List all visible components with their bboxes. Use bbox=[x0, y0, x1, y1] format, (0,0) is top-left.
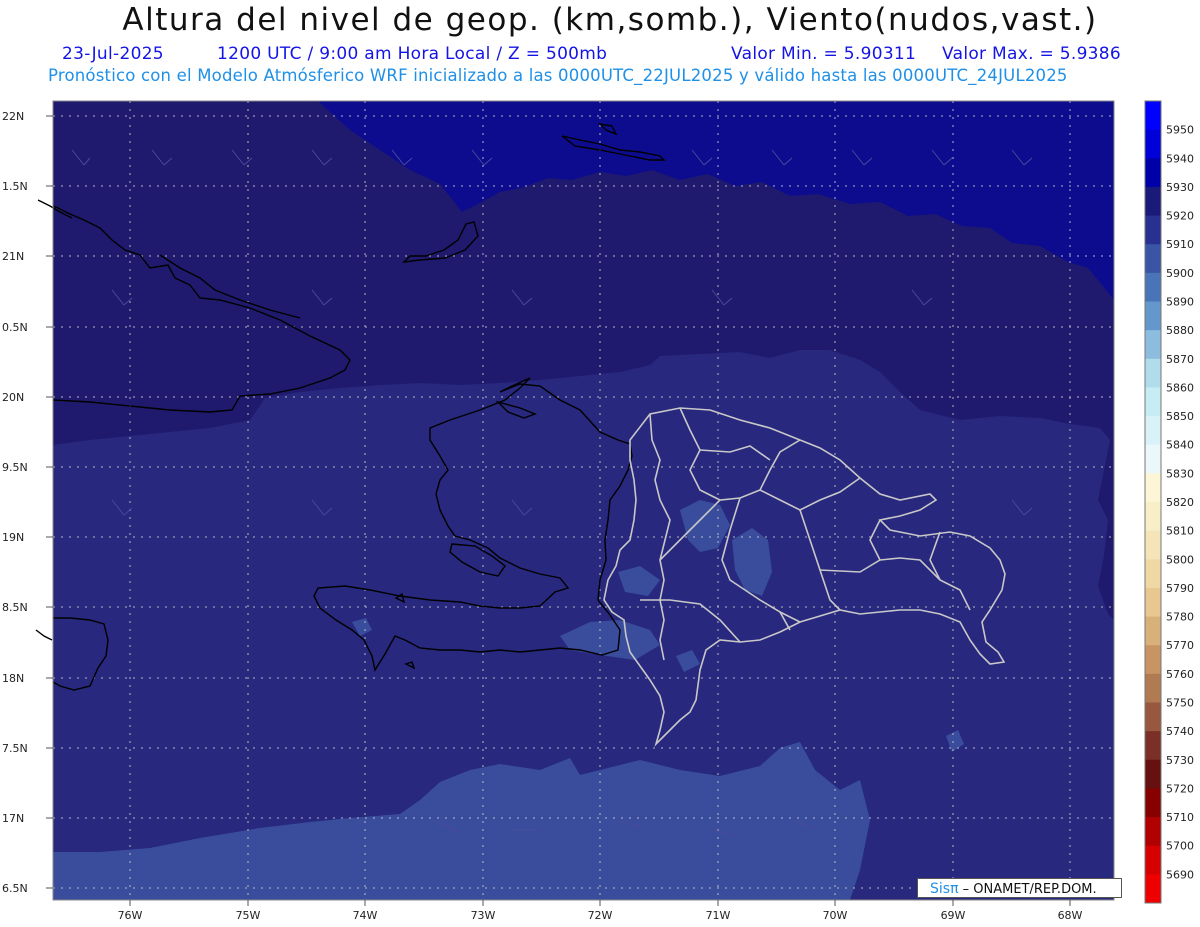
colorbar-swatch bbox=[1145, 358, 1161, 388]
colorbar-level-label: 5850 bbox=[1166, 410, 1194, 423]
lat-label: 19N bbox=[2, 531, 24, 544]
colorbar-level-label: 5950 bbox=[1166, 124, 1194, 137]
colorbar-swatch bbox=[1145, 530, 1161, 560]
colorbar-level-label: 5770 bbox=[1166, 639, 1194, 652]
colorbar-swatch bbox=[1145, 759, 1161, 789]
colorbar: 5950 5940 5930 5920 5910 5900 5890 5880 5870 5860… bbox=[1144, 100, 1194, 904]
colorbar-level-label: 5910 bbox=[1166, 238, 1194, 251]
colorbar-swatch bbox=[1145, 559, 1161, 589]
lon-label: 74W bbox=[353, 909, 378, 922]
credit-box: Sisπ – ONAMET/REP.DOM. bbox=[917, 878, 1122, 898]
colorbar-swatch bbox=[1145, 473, 1161, 503]
colorbar-swatch bbox=[1145, 301, 1161, 331]
lat-label: 22N bbox=[2, 110, 24, 123]
lon-label: 70W bbox=[823, 909, 848, 922]
colorbar-level-label: 5780 bbox=[1166, 611, 1194, 624]
colorbar-swatch bbox=[1145, 645, 1161, 675]
lon-label: 73W bbox=[471, 909, 496, 922]
lat-label: 1.5N bbox=[2, 180, 28, 193]
colorbar-swatch bbox=[1145, 272, 1161, 302]
colorbar-swatch bbox=[1145, 244, 1161, 274]
colorbar-swatch bbox=[1145, 731, 1161, 761]
colorbar-level-label: 5870 bbox=[1166, 353, 1194, 366]
lat-label: 9.5N bbox=[2, 461, 28, 474]
colorbar-level-label: 5720 bbox=[1166, 782, 1194, 795]
colorbar-swatch bbox=[1145, 788, 1161, 818]
colorbar-swatch bbox=[1145, 817, 1161, 847]
lon-axis: 76W 75W 74W 73W 72W 71W 70W 69W 68W bbox=[118, 900, 1083, 922]
colorbar-level-label: 5840 bbox=[1166, 439, 1194, 452]
colorbar-swatch bbox=[1145, 702, 1161, 732]
colorbar-swatch bbox=[1145, 101, 1161, 131]
sispi-logo: Sisπ bbox=[930, 881, 959, 897]
colorbar-swatch bbox=[1145, 845, 1161, 875]
lat-label: 0.5N bbox=[2, 321, 28, 334]
colorbar-swatch bbox=[1145, 444, 1161, 474]
colorbar-level-label: 5830 bbox=[1166, 467, 1194, 480]
colorbar-level-label: 5820 bbox=[1166, 496, 1194, 509]
colorbar-level-label: 5890 bbox=[1166, 296, 1194, 309]
colorbar-swatch bbox=[1145, 616, 1161, 646]
lat-axis: 22N 1.5N 21N 0.5N 20N 9.5N 19N 8.5N 18N … bbox=[2, 110, 53, 895]
lat-label: 21N bbox=[2, 250, 24, 263]
colorbar-level-label: 5860 bbox=[1166, 381, 1194, 394]
colorbar-level-label: 5930 bbox=[1166, 181, 1194, 194]
lat-label: 17N bbox=[2, 812, 24, 825]
colorbar-level-label: 5800 bbox=[1166, 553, 1194, 566]
lat-label: 7.5N bbox=[2, 742, 28, 755]
colorbar-swatch bbox=[1145, 215, 1161, 245]
colorbar-level-label: 5880 bbox=[1166, 324, 1194, 337]
lon-label: 68W bbox=[1058, 909, 1083, 922]
colorbar-swatch bbox=[1145, 387, 1161, 417]
colorbar-swatch bbox=[1145, 186, 1161, 217]
lon-label: 71W bbox=[706, 909, 731, 922]
colorbar-level-label: 5700 bbox=[1166, 840, 1194, 853]
credit-text: – ONAMET/REP.DOM. bbox=[962, 882, 1097, 897]
colorbar-swatch bbox=[1145, 587, 1161, 618]
colorbar-swatch bbox=[1145, 673, 1161, 703]
colorbar-level-label: 5740 bbox=[1166, 725, 1194, 738]
colorbar-swatch bbox=[1145, 129, 1161, 159]
lat-label: 8.5N bbox=[2, 601, 28, 614]
colorbar-level-label: 5750 bbox=[1166, 697, 1194, 710]
lat-label: 18N bbox=[2, 672, 24, 685]
colorbar-level-label: 5760 bbox=[1166, 668, 1194, 681]
colorbar-swatch bbox=[1145, 416, 1161, 446]
colorbar-level-label: 5710 bbox=[1166, 811, 1194, 824]
colorbar-level-label: 5730 bbox=[1166, 754, 1194, 767]
colorbar-level-label: 5790 bbox=[1166, 582, 1194, 595]
lon-label: 76W bbox=[118, 909, 143, 922]
lon-label: 72W bbox=[588, 909, 613, 922]
colorbar-level-label: 5920 bbox=[1166, 210, 1194, 223]
colorbar-level-label: 5940 bbox=[1166, 152, 1194, 165]
colorbar-swatch bbox=[1145, 874, 1161, 904]
forecast-map: 22N 1.5N 21N 0.5N 20N 9.5N 19N 8.5N 18N … bbox=[2, 100, 1194, 922]
colorbar-swatch bbox=[1145, 330, 1161, 360]
colorbar-level-label: 5690 bbox=[1166, 868, 1194, 881]
lon-label: 69W bbox=[941, 909, 966, 922]
colorbar-swatch bbox=[1145, 502, 1161, 532]
colorbar-swatch bbox=[1145, 158, 1161, 188]
colorbar-level-label: 5810 bbox=[1166, 525, 1194, 538]
lat-label: 6.5N bbox=[2, 882, 28, 895]
lon-label: 75W bbox=[236, 909, 261, 922]
lat-label: 20N bbox=[2, 391, 24, 404]
colorbar-level-label: 5900 bbox=[1166, 267, 1194, 280]
